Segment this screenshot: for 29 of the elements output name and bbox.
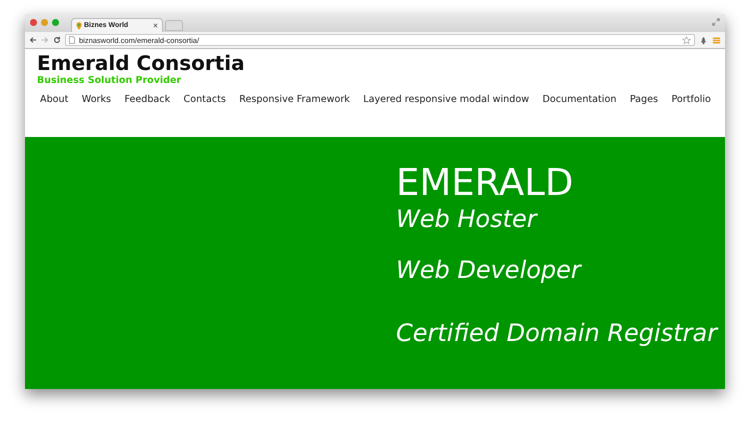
forward-icon[interactable] xyxy=(41,36,49,44)
site-title: Emerald Consortia xyxy=(37,51,246,75)
page-icon xyxy=(69,36,75,44)
nav-link[interactable]: Portfolio xyxy=(671,94,711,105)
nav-link[interactable]: Pages xyxy=(630,94,658,105)
hero-subtitle: Web Hoster xyxy=(396,205,539,233)
hero-subtitle: Web Developer xyxy=(396,256,583,284)
expand-icon[interactable] xyxy=(712,18,720,26)
nav-link[interactable]: Works xyxy=(82,94,112,105)
site-tagline: Business Solution Provider xyxy=(37,75,182,86)
new-tab-button[interactable] xyxy=(165,20,183,31)
menu-icon[interactable] xyxy=(712,36,721,44)
extension-icon[interactable] xyxy=(699,36,708,44)
nav-link[interactable]: Layered responsive modal window xyxy=(363,94,530,105)
close-icon[interactable] xyxy=(153,23,158,28)
minimize-icon[interactable] xyxy=(41,19,48,26)
nav-link[interactable]: Documentation xyxy=(542,94,616,105)
nav-link[interactable]: Responsive Framework xyxy=(239,94,350,105)
back-icon[interactable] xyxy=(29,36,37,44)
reload-icon[interactable] xyxy=(53,36,61,44)
nav-link[interactable]: About xyxy=(40,94,68,105)
hero-heading: EMERALD xyxy=(396,161,574,205)
nav-link[interactable]: Feedback xyxy=(124,94,170,105)
hero-subtitle: Certified Domain Registrar xyxy=(396,319,718,347)
star-icon[interactable] xyxy=(682,36,691,44)
nav-link[interactable]: Contacts xyxy=(184,94,226,105)
pin-icon xyxy=(76,22,82,30)
maximize-icon[interactable] xyxy=(52,19,59,26)
close-icon[interactable] xyxy=(30,19,37,26)
